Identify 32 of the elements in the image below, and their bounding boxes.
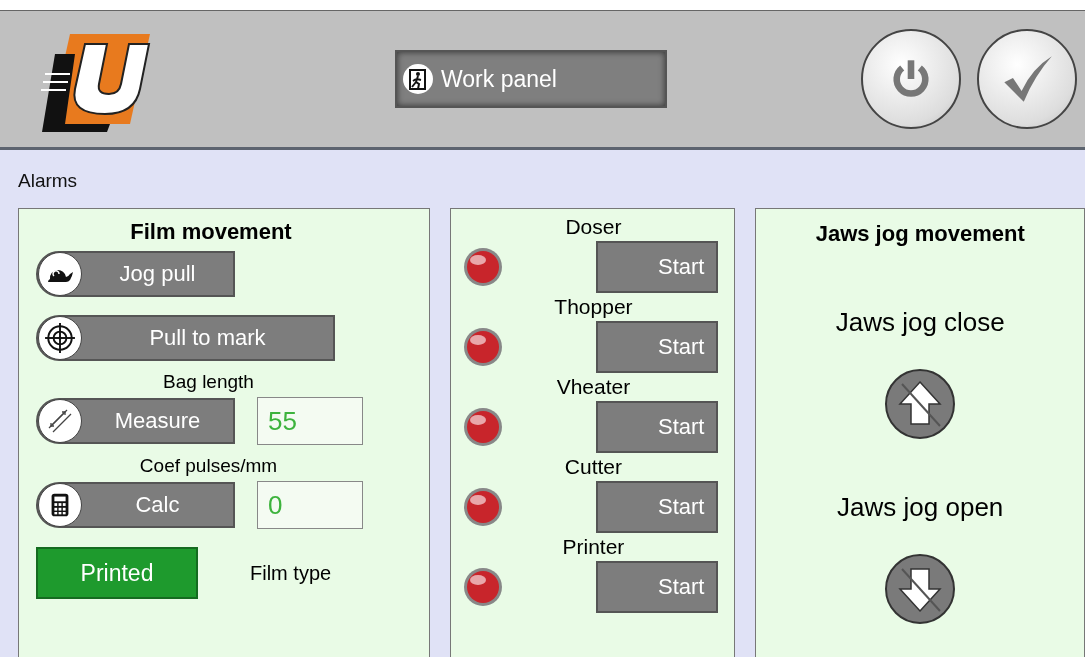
device-name: Printer: [561, 535, 626, 557]
target-icon: [44, 322, 76, 354]
device-name: Doser: [564, 215, 623, 237]
number-field[interactable]: 0: [257, 481, 363, 529]
field-caption: Bag length: [162, 371, 255, 393]
panel-title: Jaws jog movement: [815, 221, 1025, 247]
arrow-down-icon: [884, 553, 957, 625]
jaws-label: Jaws jog close: [835, 307, 1005, 338]
film-type-label: Film type: [250, 561, 332, 585]
start-button[interactable]: Start: [596, 561, 719, 613]
device-name: Vheater: [555, 375, 632, 397]
field-caption: Coef pulses/mm: [138, 455, 279, 477]
number-field[interactable]: 55: [257, 397, 363, 445]
action-button[interactable]: Jog pull: [36, 251, 235, 297]
start-button[interactable]: Start: [596, 321, 719, 373]
action-button[interactable]: Calc: [36, 482, 235, 528]
exit-icon: [403, 64, 433, 94]
film-type-button[interactable]: Printed: [36, 547, 198, 599]
alarms-label: Alarms: [17, 169, 79, 193]
action-button[interactable]: Measure: [36, 398, 235, 444]
jaws-label: Jaws jog open: [837, 492, 1004, 523]
device-name: Cutter: [563, 455, 624, 477]
start-button[interactable]: Start: [596, 481, 719, 533]
start-button[interactable]: Start: [596, 241, 719, 293]
action-button[interactable]: Pull to mark: [36, 315, 335, 361]
start-button[interactable]: Start: [596, 401, 719, 453]
work-panel-button[interactable]: Work panel: [395, 50, 667, 108]
panel-title: Film movement: [129, 219, 293, 245]
jog-button[interactable]: [884, 368, 957, 440]
device-name: Thopper: [553, 295, 634, 317]
arrow-up-icon: [884, 368, 957, 440]
jog-button[interactable]: [884, 553, 957, 625]
